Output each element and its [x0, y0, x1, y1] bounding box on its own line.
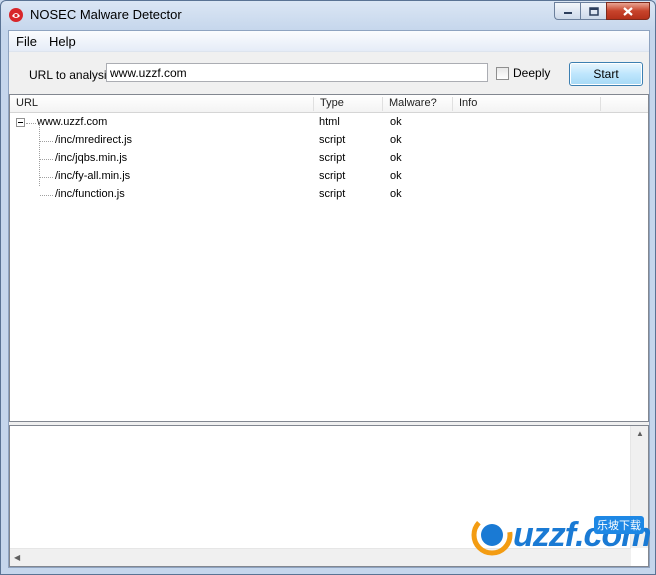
column-header-malware[interactable]: Malware?: [383, 97, 453, 111]
maximize-icon: [588, 6, 599, 16]
close-icon: [623, 6, 633, 16]
row-url: /inc/mredirect.js: [55, 134, 133, 146]
url-input[interactable]: [106, 63, 488, 82]
window-title: NOSEC Malware Detector: [30, 7, 182, 22]
app-window: NOSEC Malware Detector File Help URL to …: [0, 0, 656, 575]
start-button[interactable]: Start: [569, 62, 643, 86]
deeply-checkbox[interactable]: Deeply: [496, 66, 550, 80]
row-type: script: [319, 134, 346, 146]
minimize-button[interactable]: [554, 2, 580, 20]
watermark-logo: uzzf.com 乐坡下载: [471, 514, 651, 556]
row-url: /inc/function.js: [55, 188, 125, 200]
tree-row-root[interactable]: www.uzzf.com html ok: [10, 114, 648, 132]
tree-row[interactable]: /inc/fy-all.min.js script ok: [10, 168, 648, 186]
tree-row[interactable]: /inc/mredirect.js script ok: [10, 132, 648, 150]
url-label: URL to analysis: [29, 68, 113, 82]
menu-bar: File Help: [9, 31, 649, 52]
menu-help[interactable]: Help: [49, 34, 76, 49]
row-type: html: [319, 116, 340, 128]
tree-connector: [26, 123, 36, 124]
watermark-swirl-icon: [471, 514, 513, 556]
scroll-up-icon[interactable]: ▲: [636, 429, 644, 438]
watermark-badge: 乐坡下载: [594, 516, 644, 534]
tree-connector: [40, 141, 53, 142]
deeply-checkbox-box[interactable]: [496, 66, 509, 80]
menu-file[interactable]: File: [16, 34, 37, 49]
minimize-icon: [563, 12, 572, 14]
row-url: /inc/jqbs.min.js: [55, 152, 128, 164]
row-type: script: [319, 170, 346, 182]
row-malware: ok: [390, 188, 402, 200]
row-malware: ok: [390, 170, 402, 182]
client-area: File Help URL to analysis Deeply Start U…: [8, 30, 650, 568]
tree-row[interactable]: /inc/function.js script ok: [10, 186, 648, 204]
column-header-info[interactable]: Info: [453, 97, 601, 111]
row-malware: ok: [390, 134, 402, 146]
tree-connector: [40, 195, 53, 196]
scroll-left-icon[interactable]: ◀: [14, 553, 20, 562]
tree-connector: [40, 159, 53, 160]
tree-header: URL Type Malware? Info: [10, 95, 648, 113]
column-header-url[interactable]: URL: [10, 97, 314, 111]
row-malware: ok: [390, 152, 402, 164]
deeply-label: Deeply: [513, 66, 551, 80]
close-button[interactable]: [606, 2, 650, 20]
row-url: www.uzzf.com: [37, 116, 108, 128]
row-type: script: [319, 188, 346, 200]
results-tree[interactable]: URL Type Malware? Info www.uzzf.com html…: [9, 94, 649, 422]
app-logo-icon: [9, 8, 23, 22]
column-header-type[interactable]: Type: [314, 97, 383, 111]
row-url: /inc/fy-all.min.js: [55, 170, 131, 182]
row-type: script: [319, 152, 346, 164]
tree-connector: [40, 177, 53, 178]
caption-buttons: [554, 2, 650, 21]
maximize-button[interactable]: [580, 2, 606, 20]
row-malware: ok: [390, 116, 402, 128]
title-bar[interactable]: NOSEC Malware Detector: [1, 1, 655, 29]
collapse-icon[interactable]: [16, 118, 25, 127]
tree-row[interactable]: /inc/jqbs.min.js script ok: [10, 150, 648, 168]
